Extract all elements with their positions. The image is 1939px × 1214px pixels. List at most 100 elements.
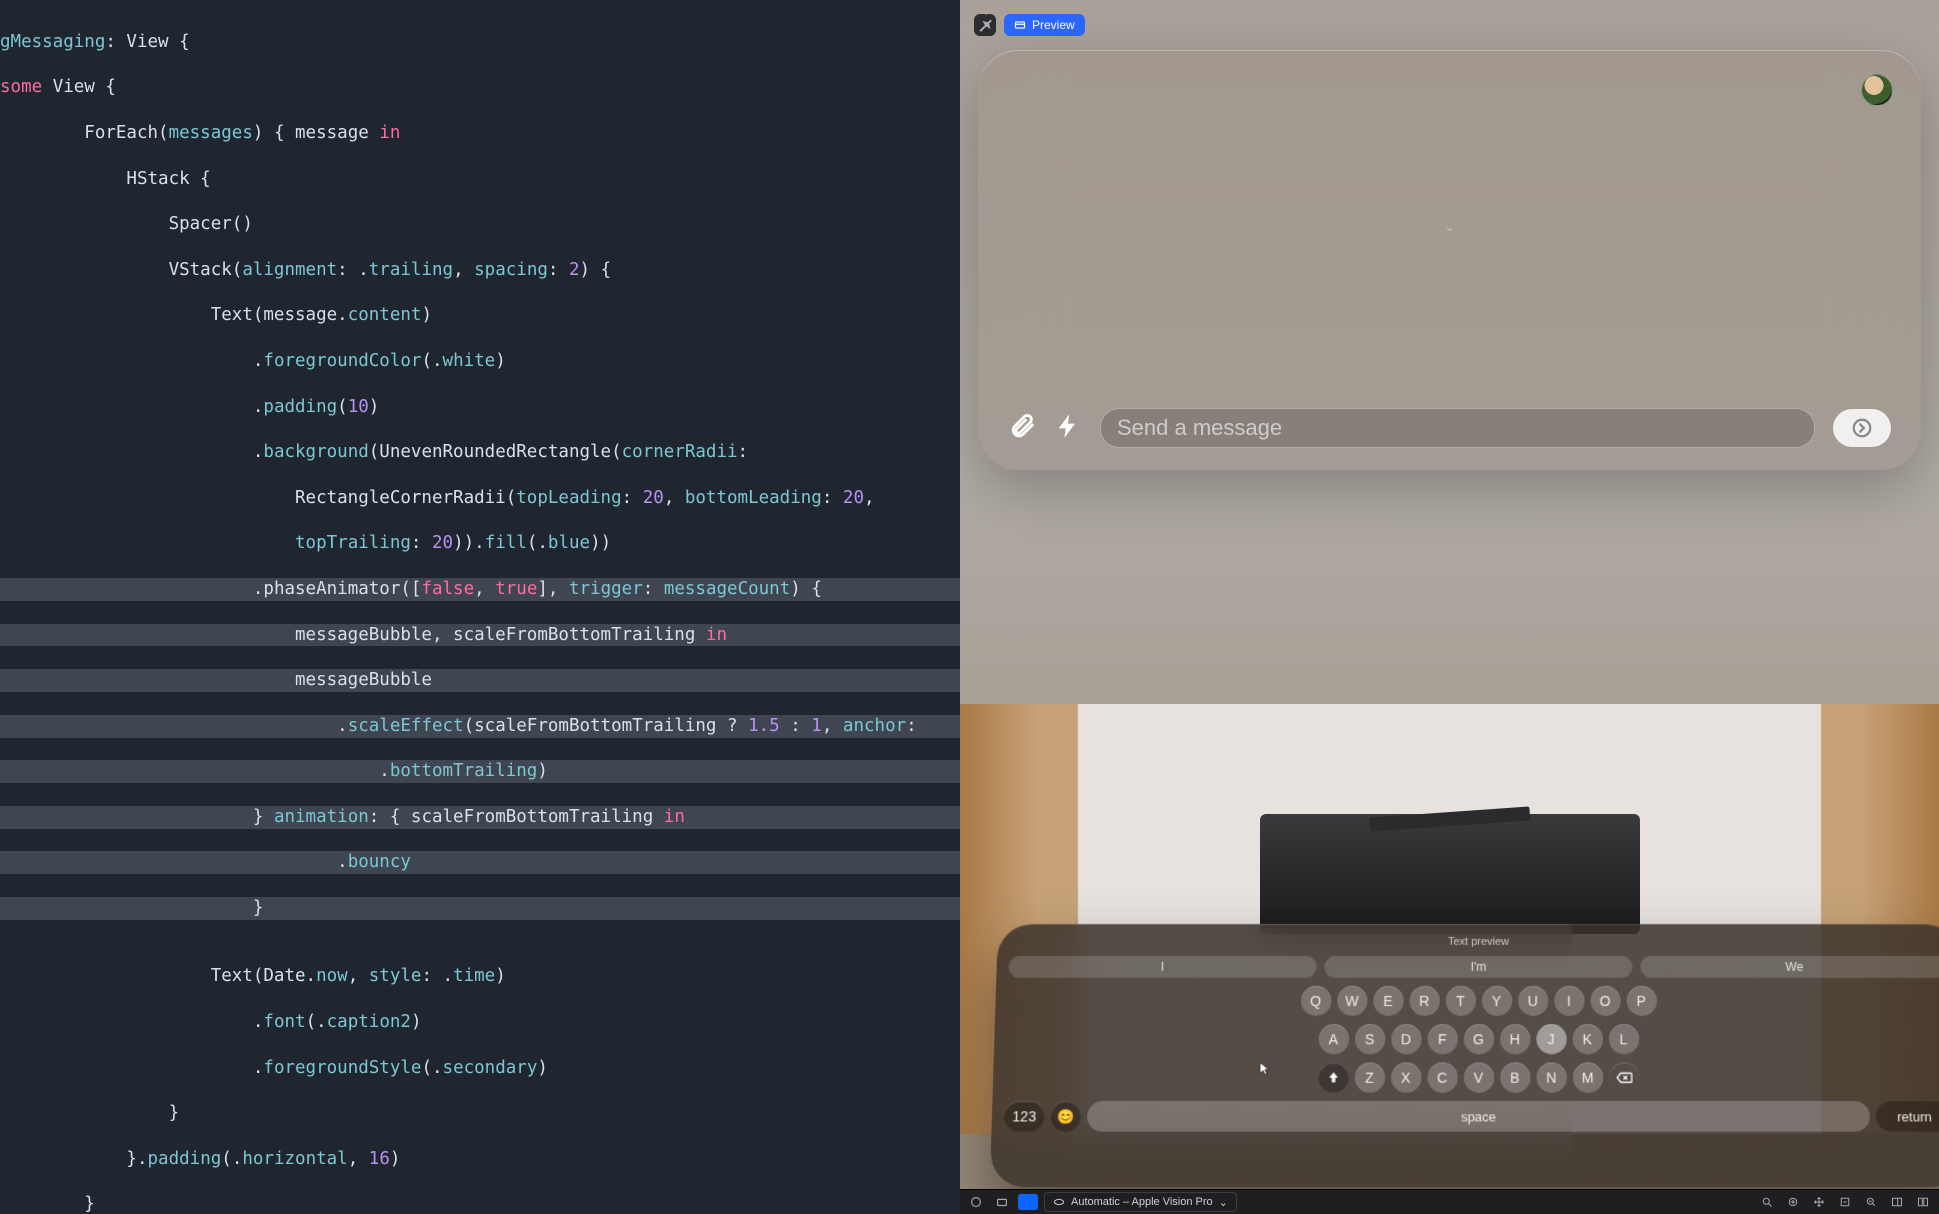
t: )).: [453, 533, 485, 553]
t: ForEach(: [0, 123, 169, 143]
preview-button[interactable]: Preview: [1004, 14, 1085, 36]
t: ,: [822, 716, 843, 736]
key-x[interactable]: X: [1391, 1062, 1421, 1092]
t: ): [390, 1149, 401, 1169]
key-m[interactable]: M: [1572, 1062, 1603, 1092]
numbers-key[interactable]: 123: [1004, 1101, 1045, 1132]
layout-icon[interactable]: [1887, 1193, 1907, 1211]
t: alignment: [242, 260, 337, 280]
suggestion[interactable]: I: [1008, 956, 1316, 978]
virtual-keyboard[interactable]: Text preview I I'm We QWERTYUIOP ASDFGHJ…: [990, 924, 1939, 1187]
key-n[interactable]: N: [1536, 1062, 1566, 1092]
message-placeholder: Send a message: [1117, 415, 1282, 441]
t: 10: [348, 397, 369, 417]
key-l[interactable]: L: [1608, 1024, 1639, 1054]
t: ,: [348, 1149, 369, 1169]
key-a[interactable]: A: [1318, 1024, 1349, 1054]
t: blue: [548, 533, 590, 553]
t: foregroundStyle: [263, 1058, 421, 1078]
t: .: [0, 1012, 263, 1032]
t: .: [0, 716, 348, 736]
device-silhouette: [1260, 814, 1640, 934]
key-r[interactable]: R: [1409, 986, 1439, 1016]
key-v[interactable]: V: [1463, 1062, 1493, 1092]
preview-label: Preview: [1032, 18, 1075, 32]
delete-key[interactable]: [1609, 1062, 1640, 1092]
t: gMessaging: [0, 32, 105, 52]
message-input[interactable]: Send a message: [1100, 408, 1815, 448]
key-c[interactable]: C: [1427, 1062, 1457, 1092]
t: :: [411, 533, 432, 553]
t: : .: [421, 966, 453, 986]
chevron-down-icon: ⌄: [1444, 220, 1454, 234]
avatar[interactable]: [1861, 74, 1893, 106]
live-button[interactable]: [1018, 1194, 1038, 1210]
key-t[interactable]: T: [1445, 986, 1475, 1016]
suggestion[interactable]: I'm: [1324, 956, 1632, 978]
t: ,: [664, 488, 685, 508]
key-h[interactable]: H: [1500, 1024, 1530, 1054]
key-o[interactable]: O: [1590, 986, 1620, 1016]
t: font: [263, 1012, 305, 1032]
return-key[interactable]: return: [1876, 1101, 1939, 1132]
zoom-100-icon[interactable]: [1835, 1193, 1855, 1211]
key-q[interactable]: Q: [1300, 986, 1330, 1016]
key-u[interactable]: U: [1518, 986, 1548, 1016]
t: ) { message: [253, 123, 379, 143]
key-f[interactable]: F: [1427, 1024, 1457, 1054]
t: :: [738, 442, 749, 462]
key-b[interactable]: B: [1500, 1062, 1530, 1092]
shift-key[interactable]: [1318, 1062, 1349, 1092]
t: :: [780, 716, 812, 736]
t: : .: [337, 260, 369, 280]
key-j[interactable]: J: [1536, 1024, 1566, 1054]
key-z[interactable]: Z: [1354, 1062, 1385, 1092]
zoom-out-icon[interactable]: [1861, 1193, 1881, 1211]
t: foregroundColor: [263, 351, 421, 371]
t: 20: [432, 533, 453, 553]
t: 16: [369, 1149, 390, 1169]
key-k[interactable]: K: [1572, 1024, 1602, 1054]
send-button[interactable]: [1833, 409, 1891, 447]
t: in: [664, 807, 685, 827]
paperclip-icon[interactable]: [1008, 412, 1036, 445]
key-g[interactable]: G: [1463, 1024, 1493, 1054]
key-y[interactable]: Y: [1482, 986, 1512, 1016]
inspect-icon[interactable]: [1757, 1193, 1777, 1211]
key-s[interactable]: S: [1354, 1024, 1384, 1054]
t: (UnevenRoundedRectangle(: [369, 442, 622, 462]
code-editor[interactable]: gMessaging: View { some View { ForEach(m…: [0, 0, 960, 1214]
t: messageBubble, scaleFromBottomTrailing: [0, 625, 706, 645]
t: false: [421, 579, 474, 599]
t: ) {: [580, 260, 612, 280]
t: (.: [421, 1058, 442, 1078]
t: trailing: [369, 260, 453, 280]
t: (.: [421, 351, 442, 371]
t: ): [411, 1012, 422, 1032]
key-w[interactable]: W: [1337, 986, 1367, 1016]
device-icon[interactable]: [992, 1193, 1012, 1211]
t: (.: [527, 533, 548, 553]
t: secondary: [443, 1058, 538, 1078]
move-icon[interactable]: [1809, 1193, 1829, 1211]
key-d[interactable]: D: [1391, 1024, 1421, 1054]
scheme-dropdown[interactable]: Automatic – Apple Vision Pro ⌄: [1044, 1192, 1237, 1212]
zoom-fit-icon[interactable]: [1783, 1193, 1803, 1211]
t: trigger: [569, 579, 643, 599]
key-e[interactable]: E: [1373, 986, 1403, 1016]
chevron-down-icon: ⌄: [1219, 1196, 1228, 1209]
bolt-icon[interactable]: [1054, 412, 1082, 445]
key-p[interactable]: P: [1626, 986, 1656, 1016]
t: .: [0, 579, 263, 599]
space-key[interactable]: space: [1087, 1101, 1871, 1132]
home-indicator-icon[interactable]: [966, 1193, 986, 1211]
t: :: [622, 488, 643, 508]
settings-icon[interactable]: [1913, 1193, 1933, 1211]
preview-canvas[interactable]: Preview ⌄ Send a message Text preview I …: [960, 0, 1939, 1214]
suggestion[interactable]: We: [1640, 956, 1939, 978]
key-i[interactable]: I: [1554, 986, 1584, 1016]
t: ,: [864, 488, 875, 508]
pin-button[interactable]: [974, 14, 996, 36]
emoji-key[interactable]: 😊: [1050, 1101, 1081, 1132]
t: style: [369, 966, 422, 986]
